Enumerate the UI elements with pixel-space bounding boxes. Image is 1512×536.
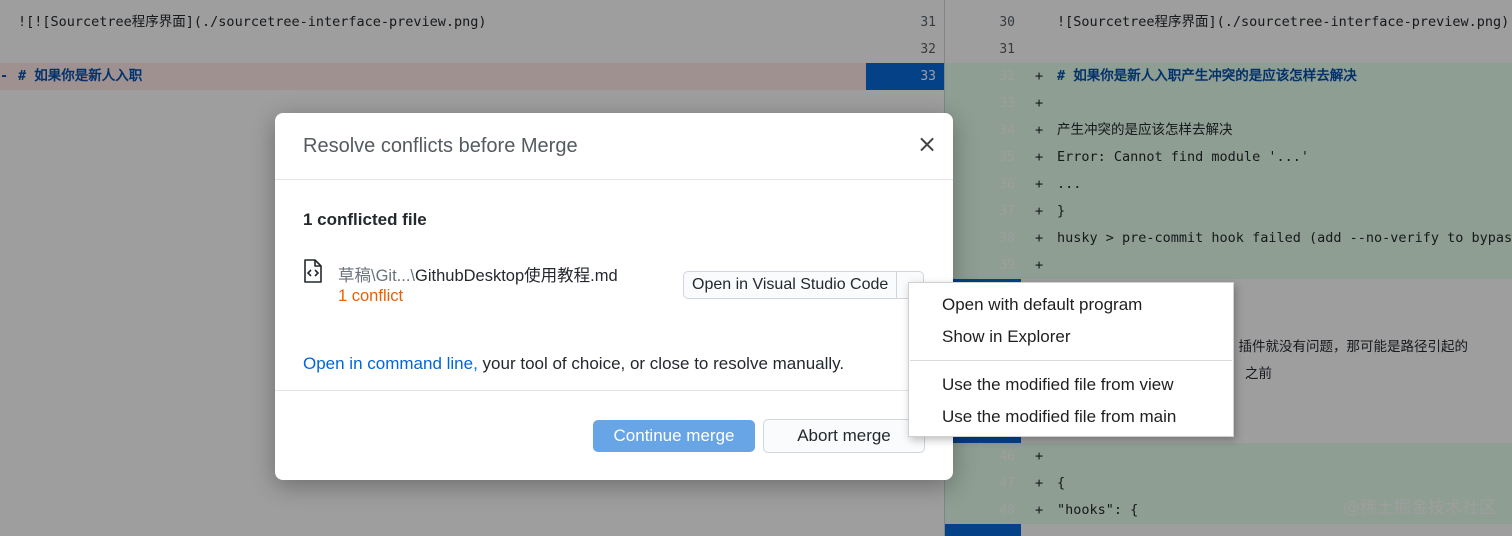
abort-merge-button[interactable]: Abort merge	[763, 419, 925, 453]
continue-merge-button[interactable]: Continue merge	[593, 420, 755, 452]
resolve-instructions: Open in command line, your tool of choic…	[303, 354, 844, 374]
divider	[275, 390, 953, 391]
open-command-line-link[interactable]: Open in command line,	[303, 354, 478, 373]
conflicted-files-heading: 1 conflicted file	[303, 210, 427, 229]
open-options-context-menu: Open with default program Show in Explor…	[908, 282, 1234, 437]
file-path-name: GithubDesktop使用教程.md	[415, 267, 618, 285]
menu-item-open-default-program[interactable]: Open with default program	[942, 290, 1142, 320]
instructions-text: your tool of choice, or close to resolve…	[477, 354, 845, 373]
conflicted-file-path: 草稿\Git...\GithubDesktop使用教程.md	[338, 262, 618, 286]
menu-separator	[910, 360, 1232, 361]
file-diff-icon	[304, 259, 322, 283]
file-path-dir: 草稿\Git...\	[338, 267, 416, 285]
menu-item-use-file-from-main[interactable]: Use the modified file from main	[942, 402, 1176, 432]
menu-item-show-in-explorer[interactable]: Show in Explorer	[942, 322, 1071, 352]
open-in-editor-button[interactable]: Open in Visual Studio Code	[683, 271, 897, 299]
menu-item-use-file-from-view[interactable]: Use the modified file from view	[942, 370, 1173, 400]
close-icon[interactable]: ×	[915, 132, 939, 157]
divider	[275, 179, 953, 180]
conflict-count: 1 conflict	[338, 287, 404, 305]
dialog-title: Resolve conflicts before Merge	[303, 135, 578, 157]
merge-conflicts-dialog: Resolve conflicts before Merge × 1 confl…	[275, 113, 953, 480]
